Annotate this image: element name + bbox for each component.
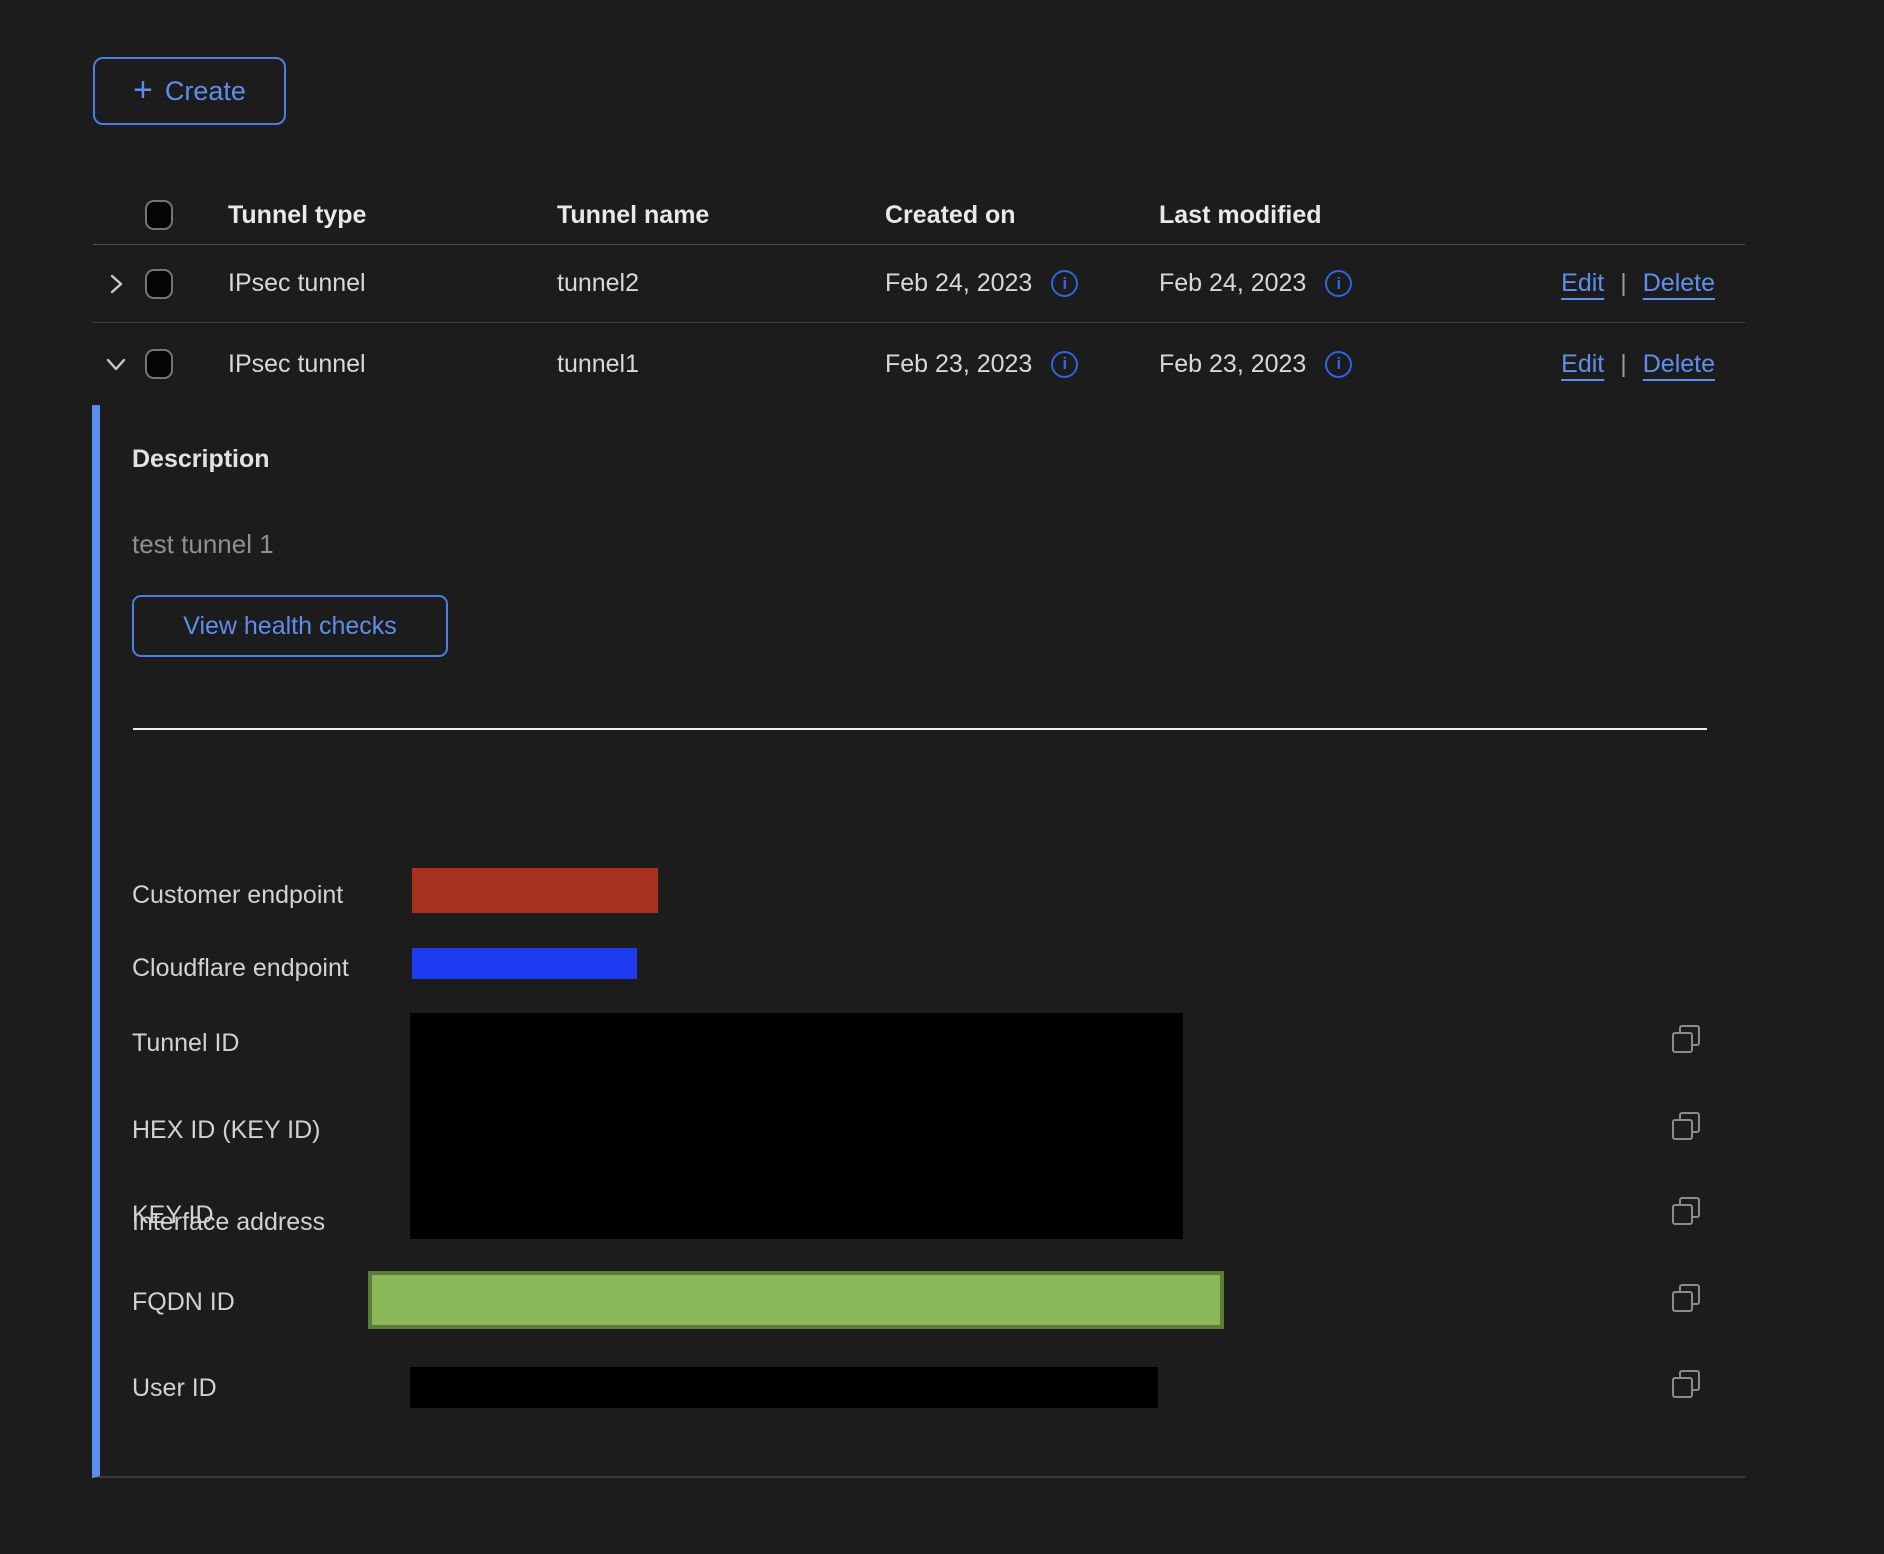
fqdn-id-label: FQDN ID	[132, 1286, 235, 1318]
edit-link[interactable]: Edit	[1561, 269, 1604, 298]
tunnel-name-cell: tunnel2	[557, 245, 639, 322]
column-header-created-on: Created on	[885, 186, 1016, 244]
column-header-last-modified: Last modified	[1159, 186, 1322, 244]
column-header-tunnel-name: Tunnel name	[557, 186, 709, 244]
table-row: IPsec tunnel tunnel1 Feb 23, 2023 i Feb …	[93, 323, 1745, 405]
tunnel-type-cell: IPsec tunnel	[228, 323, 366, 405]
chevron-down-icon[interactable]	[99, 347, 133, 381]
info-icon[interactable]: i	[1051, 270, 1078, 297]
copy-icon[interactable]	[1670, 1368, 1702, 1400]
copy-icon[interactable]	[1670, 1110, 1702, 1142]
tunnel-type-cell: IPsec tunnel	[228, 245, 366, 322]
customer-endpoint-redaction	[412, 868, 658, 913]
created-on-value: Feb 23, 2023	[885, 350, 1032, 379]
key-id-label: KEY ID	[132, 1199, 214, 1231]
tunnels-page: + Create Tunnel type Tunnel name Created…	[0, 0, 1884, 1554]
description-value: test tunnel 1	[132, 529, 274, 560]
fqdn-id-redaction	[368, 1271, 1224, 1329]
tunnel-name-cell: tunnel1	[557, 323, 639, 405]
delete-link[interactable]: Delete	[1643, 269, 1715, 298]
copy-icon[interactable]	[1670, 1023, 1702, 1055]
info-icon[interactable]: i	[1325, 270, 1352, 297]
chevron-right-icon[interactable]	[99, 267, 133, 301]
action-separator: |	[1620, 269, 1627, 298]
section-divider	[133, 728, 1707, 730]
delete-link[interactable]: Delete	[1643, 350, 1715, 379]
edit-link[interactable]: Edit	[1561, 350, 1604, 379]
ids-redaction	[410, 1013, 1183, 1239]
create-button-label: Create	[165, 76, 246, 107]
table-header-row: Tunnel type Tunnel name Created on Last …	[93, 186, 1745, 245]
user-id-label: User ID	[132, 1372, 217, 1404]
customer-endpoint-label: Customer endpoint	[132, 879, 343, 911]
user-id-redaction	[410, 1367, 1158, 1408]
row-checkbox[interactable]	[145, 349, 173, 379]
info-icon[interactable]: i	[1051, 351, 1078, 378]
created-on-value: Feb 24, 2023	[885, 269, 1032, 298]
action-separator: |	[1620, 350, 1627, 379]
copy-icon[interactable]	[1670, 1195, 1702, 1227]
hex-id-label: HEX ID (KEY ID)	[132, 1114, 320, 1146]
row-checkbox[interactable]	[145, 269, 173, 299]
table-row: IPsec tunnel tunnel2 Feb 24, 2023 i Feb …	[93, 245, 1745, 323]
plus-icon: +	[133, 73, 153, 107]
cloudflare-endpoint-label: Cloudflare endpoint	[132, 952, 349, 984]
cloudflare-endpoint-redaction	[412, 948, 637, 979]
tunnel-details-panel: Description test tunnel 1 View health ch…	[92, 405, 1745, 1478]
tunnel-id-label: Tunnel ID	[132, 1027, 239, 1059]
description-label: Description	[132, 445, 270, 474]
last-modified-value: Feb 24, 2023	[1159, 269, 1306, 298]
view-health-checks-button[interactable]: View health checks	[132, 595, 448, 657]
column-header-tunnel-type: Tunnel type	[228, 186, 366, 244]
create-button[interactable]: + Create	[93, 57, 286, 125]
select-all-checkbox[interactable]	[145, 200, 173, 230]
copy-icon[interactable]	[1670, 1282, 1702, 1314]
last-modified-value: Feb 23, 2023	[1159, 350, 1306, 379]
info-icon[interactable]: i	[1325, 351, 1352, 378]
